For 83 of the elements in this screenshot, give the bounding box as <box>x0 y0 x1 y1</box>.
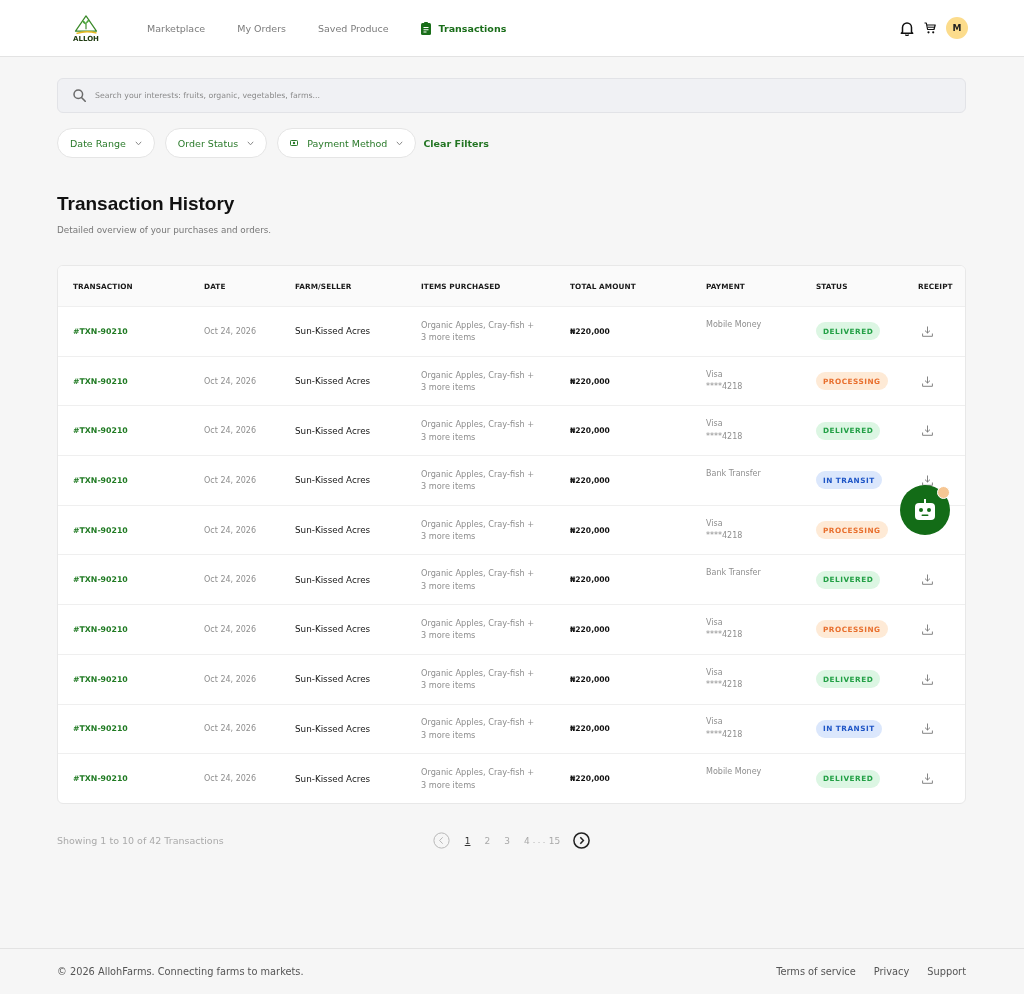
filter-dropdown[interactable]: Date Range <box>57 128 155 158</box>
download-icon[interactable] <box>922 574 933 586</box>
footer-link[interactable]: Support <box>927 966 966 977</box>
items-summary: Organic Apples, Cray-fish + 3 more items <box>421 467 536 493</box>
payment-method: Visa <box>706 666 723 679</box>
payment-method: Visa <box>706 517 723 530</box>
items-summary: Organic Apples, Cray-fish + 3 more items <box>421 517 536 543</box>
logo-icon <box>72 13 100 34</box>
payment-method: Visa <box>706 368 723 381</box>
items-summary: Organic Apples, Cray-fish + 3 more items <box>421 716 536 742</box>
items-summary: Organic Apples, Cray-fish + 3 more items <box>421 616 536 642</box>
payment-method: Mobile Money <box>706 766 762 779</box>
order-date: Oct 24, 2026 <box>204 575 256 585</box>
items-summary: Organic Apples, Cray-fish + 3 more items <box>421 318 536 344</box>
download-icon[interactable] <box>922 474 933 486</box>
card-number: ****4218 <box>706 530 743 543</box>
payment-method: Visa <box>706 616 723 629</box>
user-avatar[interactable]: M <box>946 17 968 39</box>
filter-dropdown[interactable]: Order Status <box>164 128 268 158</box>
order-date: Oct 24, 2026 <box>204 326 256 336</box>
items-summary: Organic Apples, Cray-fish + 3 more items <box>421 666 536 692</box>
banknote-icon <box>290 140 299 146</box>
copyright-text: © 2026 AllohFarms. Connecting farms to markets. <box>57 966 304 977</box>
nav-link[interactable]: Saved Produce <box>318 22 389 34</box>
seller-name: Sun-Kissed Acres <box>295 624 371 635</box>
download-icon[interactable] <box>922 623 933 635</box>
nav-link[interactable]: Marketplace <box>147 22 206 34</box>
filter-dropdown[interactable]: Payment Method <box>277 128 417 158</box>
page-title: Transaction History <box>57 193 235 215</box>
items-summary: Organic Apples, Cray-fish + 3 more items <box>421 766 536 792</box>
order-date: Oct 24, 2026 <box>204 774 256 784</box>
footer-link[interactable]: Terms of service <box>776 966 856 977</box>
payment-method: Mobile Money <box>706 318 762 331</box>
footer-link[interactable]: Privacy <box>873 966 910 977</box>
search-icon <box>73 89 86 102</box>
download-icon[interactable] <box>922 375 933 387</box>
items-summary: Organic Apples, Cray-fish + 3 more items <box>421 418 536 444</box>
download-icon[interactable] <box>922 723 933 735</box>
card-number: ****4218 <box>706 629 743 642</box>
seller-name: Sun-Kissed Acres <box>295 773 371 784</box>
order-date: Oct 24, 2026 <box>204 525 256 535</box>
robot-icon <box>913 499 937 521</box>
items-summary: Organic Apples, Cray-fish + 3 more items <box>421 368 536 394</box>
nav-link[interactable]: My Orders <box>237 22 286 34</box>
download-icon[interactable] <box>922 773 933 785</box>
clear-filters-link[interactable]: Clear Filters <box>423 137 489 149</box>
payment-method: Visa <box>706 418 723 431</box>
order-date: Oct 24, 2026 <box>204 426 256 436</box>
payment-method: Bank Transfer <box>706 567 761 580</box>
order-date: Oct 24, 2026 <box>204 674 256 684</box>
page-subtitle: Detailed overview of your purchases and orders. <box>57 224 272 236</box>
seller-name: Sun-Kissed Acres <box>295 574 371 585</box>
results-summary: Showing 1 to 10 of 42 Transactions <box>57 835 224 847</box>
payment-method: Visa <box>706 716 723 729</box>
caret-icon <box>396 140 404 146</box>
payment-method: Bank Transfer <box>706 467 761 480</box>
page-number[interactable]: 1 <box>457 835 478 846</box>
cart-icon[interactable] <box>924 22 936 34</box>
caret-icon <box>247 140 255 146</box>
seller-name: Sun-Kissed Acres <box>295 723 371 734</box>
card-number: ****4218 <box>706 679 743 692</box>
download-icon[interactable] <box>922 673 933 685</box>
order-date: Oct 24, 2026 <box>204 624 256 634</box>
order-date: Oct 24, 2026 <box>204 376 256 386</box>
seller-name: Sun-Kissed Acres <box>295 525 371 536</box>
seller-name: Sun-Kissed Acres <box>295 674 371 685</box>
clipboard-icon <box>420 21 431 35</box>
notification-bell-icon[interactable] <box>900 20 914 36</box>
order-date: Oct 24, 2026 <box>204 475 256 485</box>
next-page-button[interactable] <box>573 832 591 850</box>
seller-name: Sun-Kissed Acres <box>295 326 371 337</box>
caret-icon <box>134 140 142 146</box>
items-summary: Organic Apples, Cray-fish + 3 more items <box>421 567 536 593</box>
card-number: ****4218 <box>706 728 743 741</box>
card-number: ****4218 <box>706 381 743 394</box>
seller-name: Sun-Kissed Acres <box>295 475 371 486</box>
card-number: ****4218 <box>706 430 743 443</box>
download-icon[interactable] <box>922 325 933 337</box>
download-icon[interactable] <box>922 425 933 437</box>
seller-name: Sun-Kissed Acres <box>295 376 371 387</box>
seller-name: Sun-Kissed Acres <box>295 425 371 436</box>
order-date: Oct 24, 2026 <box>204 724 256 734</box>
nav-link[interactable]: Transactions <box>420 21 507 35</box>
